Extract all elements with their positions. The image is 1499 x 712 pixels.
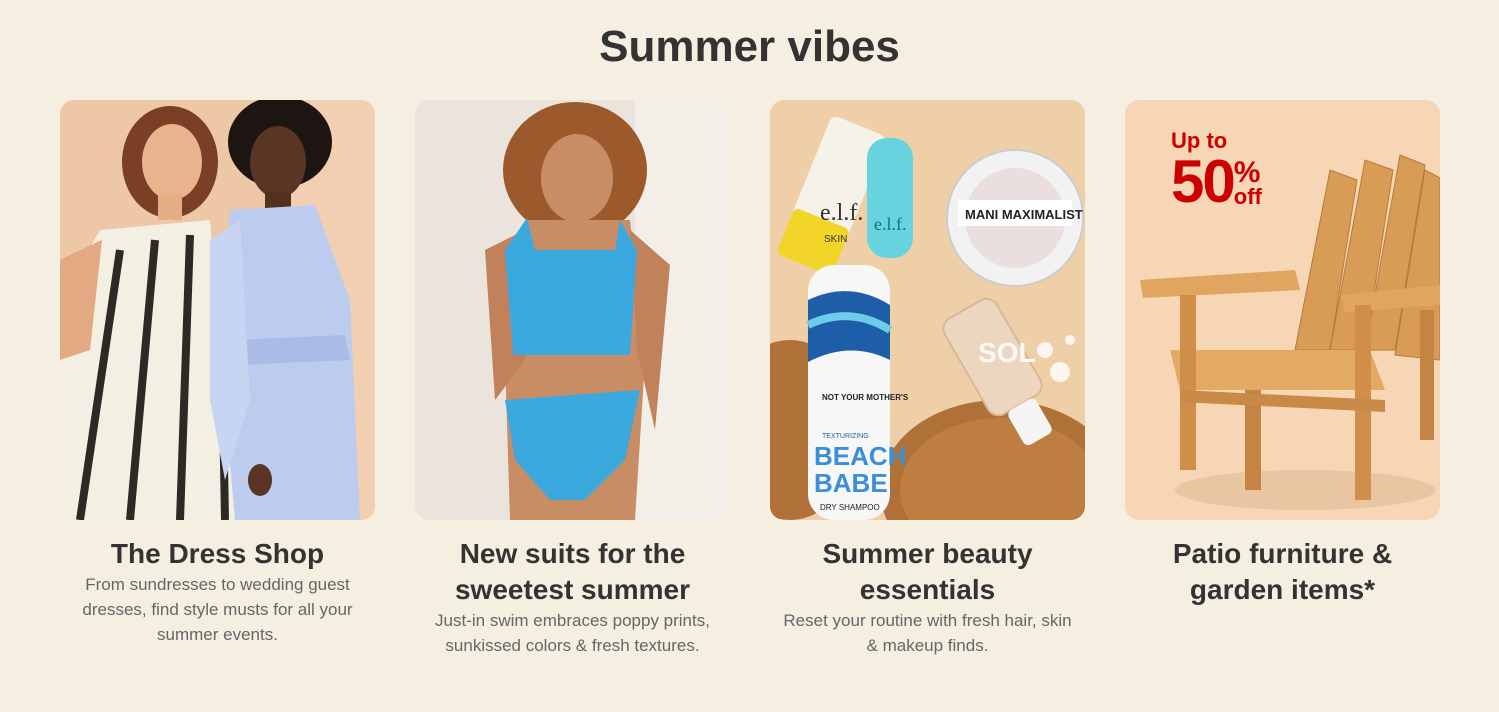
sol-label: SOL — [978, 337, 1036, 368]
card-title: Patio furniture & garden items* — [1172, 538, 1393, 605]
card-title: New suits for the sweetest summer — [454, 538, 690, 605]
spray-brand-label: NOT YOUR MOTHER'S — [822, 393, 909, 402]
elf-stick-label: e.l.f. — [874, 214, 906, 234]
promo-percent: 50 — [1171, 148, 1236, 215]
dress-shop-image[interactable] — [60, 100, 375, 520]
elf-label: e.l.f. — [820, 200, 863, 226]
card-title: The Dress Shop — [110, 538, 325, 569]
card-patio[interactable]: Up to 50% off Patio furniture & garden it… — [1125, 100, 1440, 608]
card-dress-shop[interactable]: The Dress Shop From sundresses to weddin… — [60, 100, 375, 647]
card-description: Just-in swim embraces poppy prints, sunk… — [435, 611, 710, 655]
spray-sub-label: DRY SHAMPOO — [820, 503, 880, 512]
card-title: Summer beauty essentials — [822, 538, 1033, 605]
promo-badge: Up to 50% off — [1171, 130, 1262, 212]
spray-name-2: BABE — [814, 468, 888, 498]
elf-sub-label: SKIN — [824, 234, 847, 245]
spray-name-1: BEACH — [814, 441, 906, 471]
swim-image[interactable] — [415, 100, 730, 520]
card-description: Reset your routine with fresh hair, skin… — [783, 611, 1072, 655]
card-beauty[interactable]: e.l.f. SKIN e.l.f. MANI MAXIMALIST NOT Y… — [770, 100, 1085, 658]
card-swim[interactable]: New suits for the sweetest summer Just-i… — [415, 100, 730, 658]
mani-label: MANI MAXIMALIST — [965, 207, 1083, 222]
promo-percent-sign: % — [1233, 156, 1261, 189]
patio-image[interactable]: Up to 50% off — [1125, 100, 1440, 520]
promo-off: off — [1233, 184, 1262, 209]
beauty-image[interactable]: e.l.f. SKIN e.l.f. MANI MAXIMALIST NOT Y… — [770, 100, 1085, 520]
spray-small-label: TEXTURIZING — [822, 433, 869, 440]
card-description: From sundresses to wedding guest dresses… — [82, 575, 353, 644]
section-title: Summer vibes — [599, 22, 900, 71]
